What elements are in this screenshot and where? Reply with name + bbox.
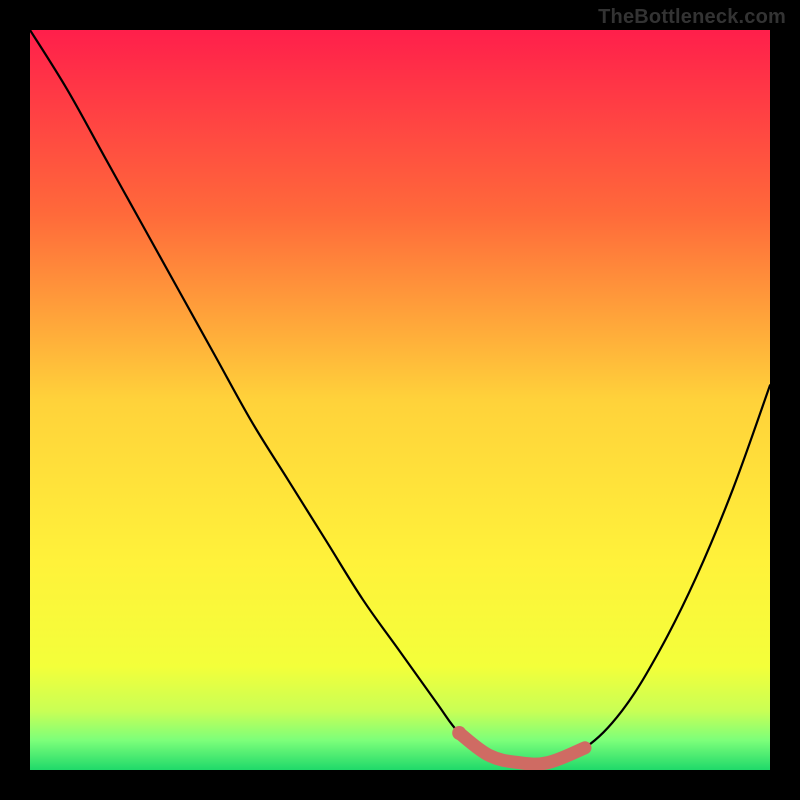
watermark-text: TheBottleneck.com bbox=[598, 6, 786, 29]
gradient-background bbox=[30, 30, 770, 770]
chart-frame: TheBottleneck.com bbox=[0, 0, 800, 800]
